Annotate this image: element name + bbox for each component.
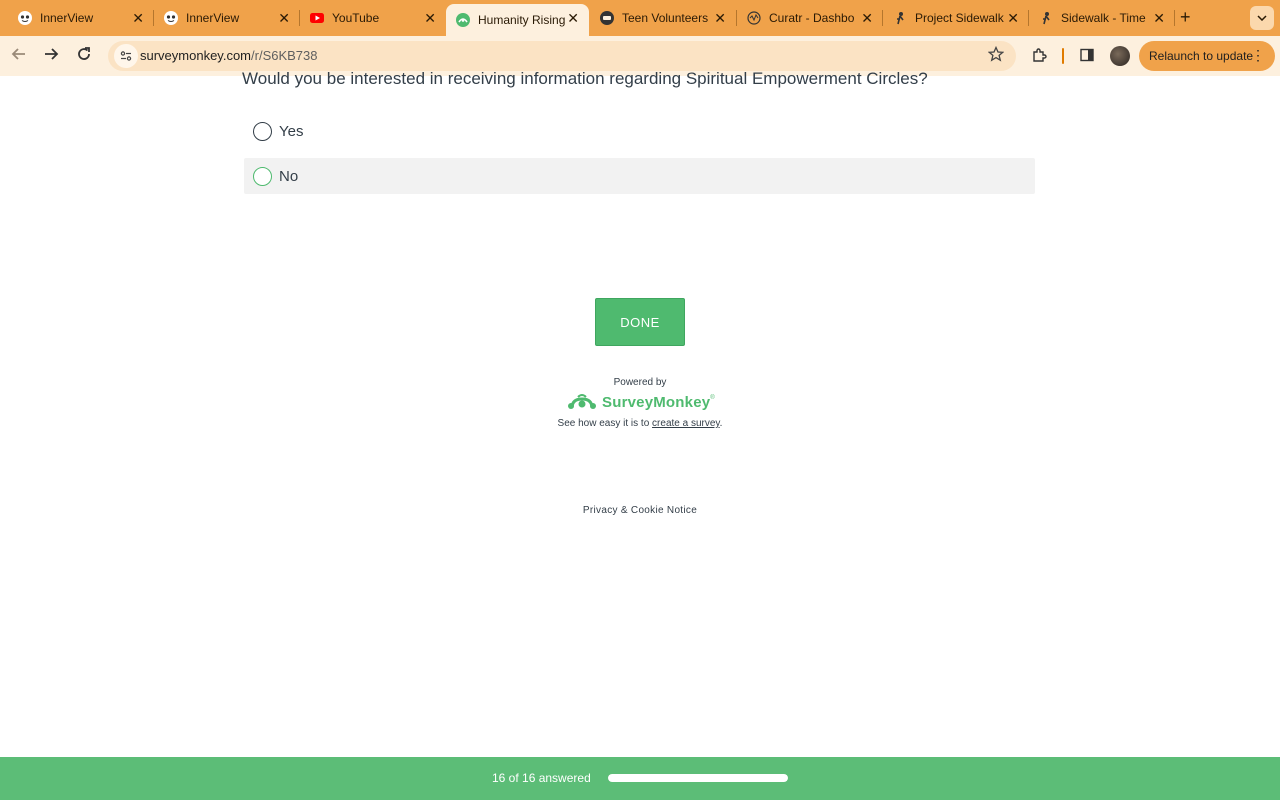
tab-title: Humanity Rising xyxy=(478,13,566,27)
tab-search-button[interactable] xyxy=(1250,6,1274,30)
tab-title: Sidewalk - Time xyxy=(1061,11,1146,25)
address-bar[interactable]: surveymonkey.com/r/S6KB738 xyxy=(108,41,1016,71)
tab-title: YouTube xyxy=(332,11,380,25)
close-tab-icon[interactable]: ✕ xyxy=(278,10,290,26)
tab-title: Teen Volunteers xyxy=(622,11,709,25)
relaunch-to-update-button[interactable]: Relaunch to update ⋮ xyxy=(1139,41,1275,71)
see-how-prefix: See how easy it is to xyxy=(557,418,650,429)
close-tab-icon[interactable]: ✕ xyxy=(861,10,873,26)
tab-curatr[interactable]: Curatr - Dashbo ✕ xyxy=(737,4,883,32)
tab-project-sidewalk[interactable]: Project Sidewalk ✕ xyxy=(883,4,1029,32)
close-tab-icon[interactable]: ✕ xyxy=(714,10,726,26)
tab-separator xyxy=(1174,10,1175,26)
progress-bar-fill xyxy=(608,774,788,782)
sidewalk-icon xyxy=(1039,11,1053,25)
site-info-icon[interactable] xyxy=(114,44,138,68)
url-domain: surveymonkey.com xyxy=(140,48,252,63)
youtube-icon xyxy=(310,11,324,25)
close-tab-icon[interactable]: ✕ xyxy=(132,10,144,26)
brand-name: SurveyMonkey xyxy=(602,393,711,411)
radio-button[interactable] xyxy=(253,166,272,186)
relaunch-label: Relaunch to update xyxy=(1149,49,1254,63)
tab-innerview-1[interactable]: InnerView ✕ xyxy=(8,4,154,32)
create-survey-text: See how easy it is to create a survey. xyxy=(0,418,1280,429)
reload-button[interactable] xyxy=(76,46,92,67)
create-survey-link[interactable]: create a survey xyxy=(652,418,720,429)
project-sidewalk-icon xyxy=(893,11,907,25)
profile-avatar[interactable] xyxy=(1110,46,1130,66)
question-text: Would you be interested in receiving inf… xyxy=(242,69,928,88)
privacy-cookie-link[interactable]: Privacy & Cookie Notice xyxy=(0,505,1280,516)
progress-footer: 16 of 16 answered xyxy=(0,757,1280,800)
tab-teen-volunteers[interactable]: Teen Volunteers ✕ xyxy=(590,4,736,32)
curatr-icon xyxy=(747,11,761,25)
powered-by-text: Powered by xyxy=(613,377,667,388)
progress-bar xyxy=(608,774,788,782)
tab-strip: InnerView ✕ InnerView ✕ YouTube ✕ Humani… xyxy=(0,0,1280,36)
close-tab-icon[interactable]: ✕ xyxy=(1153,10,1165,26)
new-tab-button[interactable]: + xyxy=(1180,8,1191,26)
forward-button[interactable] xyxy=(43,46,59,67)
tab-innerview-2[interactable]: InnerView ✕ xyxy=(154,4,300,32)
reload-icon xyxy=(78,47,90,60)
option-yes[interactable]: Yes xyxy=(244,113,1035,149)
tab-title: InnerView xyxy=(40,11,94,25)
radio-button[interactable] xyxy=(253,121,272,141)
tab-title: Curatr - Dashbo xyxy=(769,11,855,25)
extensions-puzzle-icon[interactable] xyxy=(1031,47,1048,68)
tab-title: InnerView xyxy=(186,11,240,25)
bookmark-star-icon[interactable] xyxy=(987,45,1005,67)
innerview-icon xyxy=(164,11,178,25)
close-tab-icon[interactable]: ✕ xyxy=(424,10,436,26)
progress-text: 16 of 16 answered xyxy=(492,771,591,785)
surveymonkey-icon xyxy=(456,13,470,27)
chevron-down-icon xyxy=(1257,15,1267,21)
kebab-menu-icon[interactable]: ⋮ xyxy=(1251,47,1265,64)
arrow-right-icon xyxy=(45,48,59,60)
back-button[interactable] xyxy=(11,46,27,67)
done-button[interactable]: DONE xyxy=(595,298,685,346)
trademark-mark: ® xyxy=(710,395,715,401)
url-text: surveymonkey.com/r/S6KB738 xyxy=(140,48,318,63)
surveymonkey-logo[interactable]: SurveyMonkey ® xyxy=(568,391,715,413)
arrow-left-icon xyxy=(11,48,25,60)
close-tab-icon[interactable]: ✕ xyxy=(567,10,579,26)
url-path: /r/S6KB738 xyxy=(251,48,318,63)
side-panel-icon[interactable] xyxy=(1079,47,1095,67)
see-how-suffix: . xyxy=(719,418,723,429)
toolbar-divider xyxy=(1062,48,1064,64)
innerview-icon xyxy=(18,11,32,25)
close-tab-icon[interactable]: ✕ xyxy=(1007,10,1019,26)
tab-title: Project Sidewalk xyxy=(915,11,1004,25)
tab-humanity-rising[interactable]: Humanity Rising ✕ xyxy=(446,4,589,36)
option-label: No xyxy=(279,167,299,185)
tab-sidewalk-time[interactable]: Sidewalk - Time ✕ xyxy=(1029,4,1175,32)
option-no[interactable]: No xyxy=(244,158,1035,194)
option-label: Yes xyxy=(279,122,304,140)
teen-volunteers-icon xyxy=(600,11,614,25)
surveymonkey-logo-icon xyxy=(568,394,596,409)
tab-youtube[interactable]: YouTube ✕ xyxy=(300,4,446,32)
